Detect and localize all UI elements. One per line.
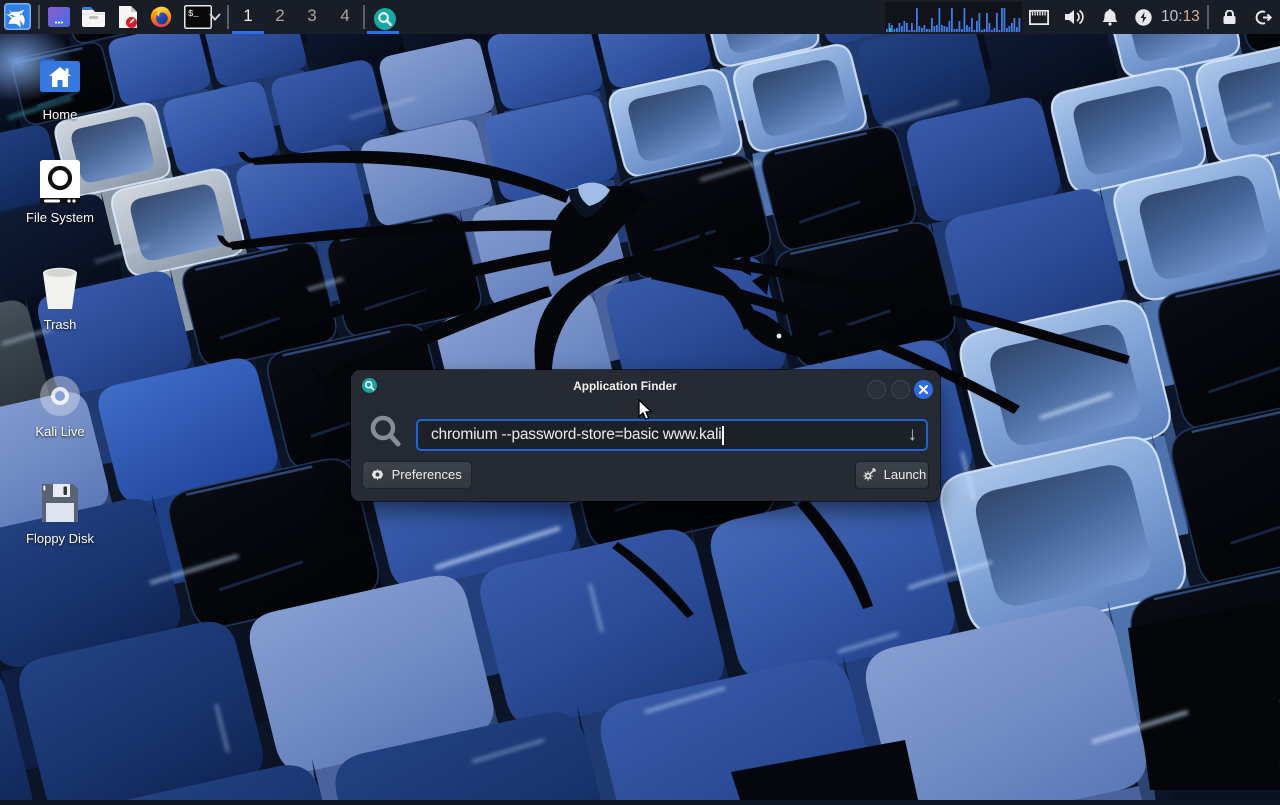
svg-text:$_: $_ bbox=[188, 9, 199, 19]
